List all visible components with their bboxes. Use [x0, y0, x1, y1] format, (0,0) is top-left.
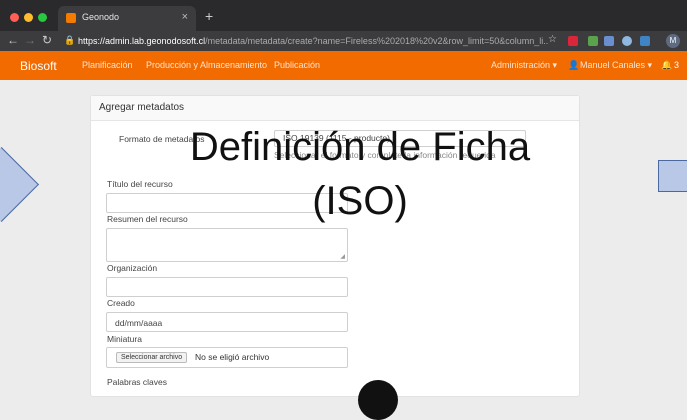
- forward-arrow-icon[interactable]: →: [24, 33, 36, 47]
- organizacion-input[interactable]: [106, 277, 348, 297]
- url-host: https://admin.lab.geonodosoft.cl: [78, 36, 206, 46]
- miniatura-file-input[interactable]: Seleccionar archivo No se eligió archivo: [106, 347, 348, 368]
- bookmark-star-icon[interactable]: ☆: [548, 34, 557, 45]
- select-file-button[interactable]: Seleccionar archivo: [116, 352, 188, 363]
- nav-item-produccion[interactable]: Producción y Almacenamiento: [146, 60, 267, 70]
- browser-chrome: Geonodo × + ← → ↻ 🔒 https://admin.lab.ge…: [0, 0, 687, 51]
- extension-icon[interactable]: [604, 36, 614, 46]
- profile-avatar[interactable]: M: [666, 34, 680, 48]
- user-icon: 👤: [568, 60, 580, 70]
- tab-close-icon[interactable]: ×: [182, 11, 188, 23]
- browser-tab[interactable]: Geonodo ×: [58, 6, 196, 31]
- extension-icon[interactable]: [640, 36, 650, 46]
- file-status: No se eligió archivo: [195, 352, 270, 362]
- keywords-label: Palabras claves: [107, 377, 168, 387]
- card-title: Agregar metadatos: [99, 102, 185, 113]
- diagram-box-right: [658, 160, 687, 192]
- nav-item-publicacion[interactable]: Publicación: [274, 60, 320, 70]
- extension-icon[interactable]: [568, 36, 578, 46]
- maximize-window-icon[interactable]: [38, 13, 47, 22]
- nav-item-planificacion[interactable]: Planificación: [82, 60, 133, 70]
- new-tab-button[interactable]: +: [205, 9, 213, 23]
- bell-icon[interactable]: 🔔: [661, 60, 672, 71]
- minimize-window-icon[interactable]: [24, 13, 33, 22]
- card-header: Agregar metadatos: [91, 96, 579, 121]
- reload-icon[interactable]: ↻: [42, 33, 52, 47]
- extension-icon[interactable]: [588, 36, 598, 46]
- extension-icon[interactable]: [622, 36, 632, 46]
- address-bar-row: ← → ↻ 🔒 https://admin.lab.geonodosoft.cl…: [0, 31, 687, 51]
- nav-admin-dropdown[interactable]: Administración ▾: [491, 60, 557, 71]
- diagram-circle-bottom: [358, 380, 398, 420]
- lock-icon: 🔒: [64, 35, 76, 45]
- overlay-title-line2: (ISO): [312, 179, 408, 223]
- back-arrow-icon[interactable]: ←: [7, 33, 19, 47]
- favicon-icon: [66, 13, 76, 23]
- brand-logo[interactable]: Biosoft: [20, 59, 57, 73]
- app-navbar: Biosoft Planificación Producción y Almac…: [0, 51, 687, 80]
- tab-bar: Geonodo × +: [0, 0, 687, 31]
- notification-count: 3: [674, 60, 680, 70]
- diagram-arrow-left: [0, 147, 39, 222]
- url-field[interactable]: https://admin.lab.geonodosoft.cl/metadat…: [78, 34, 548, 48]
- tab-title: Geonodo: [82, 12, 120, 22]
- resize-grip-icon[interactable]: ◢: [340, 253, 345, 260]
- close-window-icon[interactable]: [10, 13, 19, 22]
- url-path: /metadata/metadata/create?name=Fireless%…: [205, 36, 548, 46]
- creado-date-input[interactable]: dd/mm/aaaa: [106, 312, 348, 332]
- miniatura-label: Miniatura: [107, 334, 142, 344]
- organizacion-label: Organización: [107, 263, 158, 273]
- overlay-title-line1: Definición de Ficha: [189, 125, 531, 169]
- nav-user-dropdown[interactable]: Manuel Canales ▾: [580, 60, 652, 71]
- creado-label: Creado: [107, 298, 135, 308]
- resumen-textarea[interactable]: ◢: [106, 228, 348, 262]
- creado-placeholder: dd/mm/aaaa: [115, 318, 163, 328]
